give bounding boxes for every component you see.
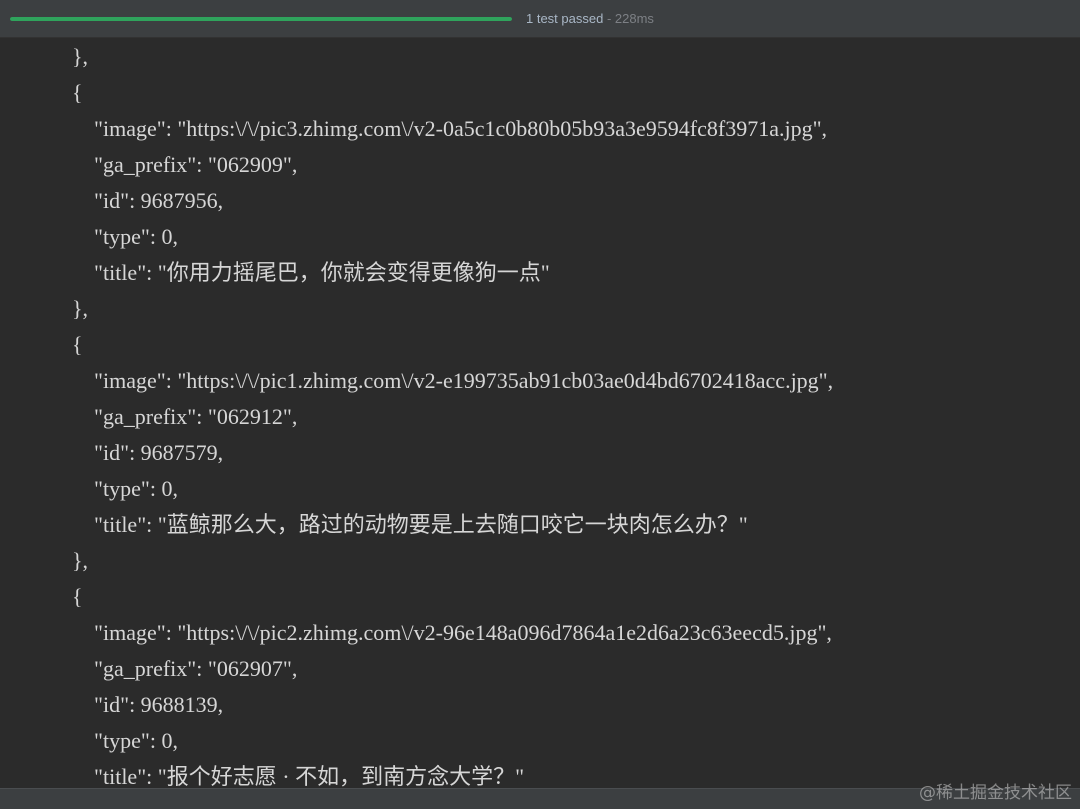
watermark: @稀土掘金技术社区 <box>919 783 1072 803</box>
json-output: }, { "image": "https:\/\/pic3.zhimg.com\/v… <box>72 39 833 788</box>
output-line: "type": 0, <box>94 728 178 753</box>
bottom-toolbar <box>0 788 1080 809</box>
test-status-text: 1 test passed - 228ms <box>526 10 654 28</box>
test-summary: 1 test passed <box>526 11 604 26</box>
output-line: "image": "https:\/\/pic3.zhimg.com\/v2-0… <box>94 116 828 141</box>
output-line: }, <box>72 296 89 321</box>
output-line: "id": 9687956, <box>94 188 224 213</box>
test-runner-window: 1 test passed - 228ms }, { "image": "https… <box>0 0 1080 809</box>
output-line: "type": 0, <box>94 476 178 501</box>
output-line: }, <box>72 548 89 573</box>
output-line: "ga_prefix": "062912", <box>94 404 298 429</box>
output-line: "type": 0, <box>94 224 178 249</box>
output-line: "title": "报个好志愿 · 不如，到南方念大学？" <box>94 764 525 788</box>
output-line: }, <box>72 44 89 69</box>
output-line: "id": 9687579, <box>94 440 224 465</box>
output-line: "title": "蓝鲸那么大，路过的动物要是上去随口咬它一块肉怎么办？" <box>94 512 748 537</box>
output-line: "title": "你用力摇尾巴，你就会变得更像狗一点" <box>94 260 550 285</box>
output-line: "ga_prefix": "062907", <box>94 656 298 681</box>
test-progress-fill <box>10 17 512 21</box>
output-line: "id": 9688139, <box>94 692 224 717</box>
output-line: "ga_prefix": "062909", <box>94 152 298 177</box>
test-duration: - 228ms <box>603 11 654 26</box>
test-progress-bar <box>10 17 512 21</box>
output-line: "image": "https:\/\/pic2.zhimg.com\/v2-9… <box>94 620 832 645</box>
output-line: { <box>72 80 83 105</box>
output-line: { <box>72 584 83 609</box>
test-status-bar: 1 test passed - 228ms <box>0 0 1080 38</box>
output-line: "image": "https:\/\/pic1.zhimg.com\/v2-e… <box>94 368 834 393</box>
output-line: { <box>72 332 83 357</box>
console-output[interactable]: }, { "image": "https:\/\/pic3.zhimg.com\/v… <box>0 37 1080 788</box>
